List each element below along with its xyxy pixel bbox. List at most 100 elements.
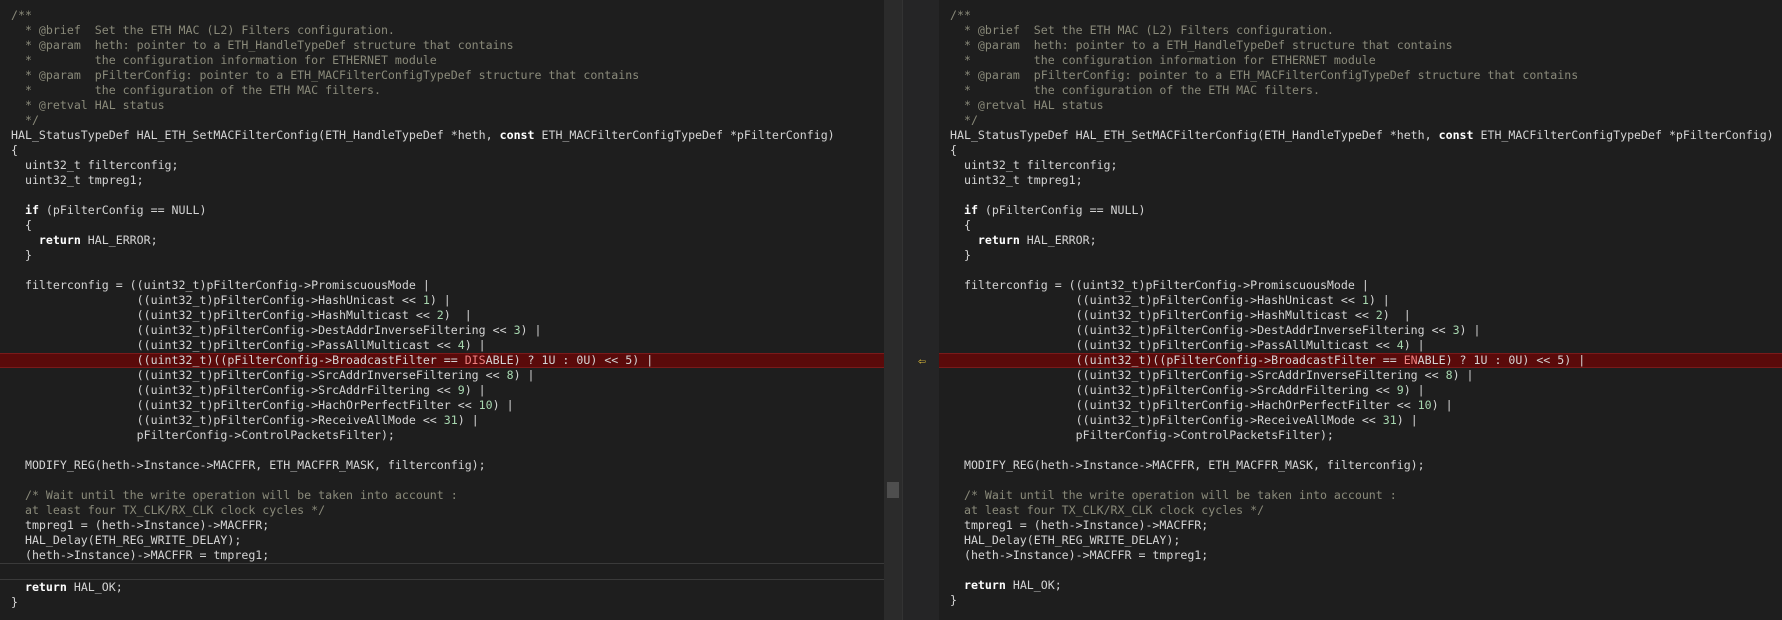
left-pane[interactable]: /** * @brief Set the ETH MAC (L2) Filter… [0, 0, 884, 620]
code-token: * @param pFilterConfig: pointer to a ETH… [11, 68, 640, 82]
code-line: HAL_StatusTypeDef HAL_ETH_SetMACFilterCo… [939, 128, 1782, 143]
changed-code-line: ((uint32_t)((pFilterConfig->BroadcastFil… [0, 353, 884, 368]
code-line: pFilterConfig->ControlPacketsFilter); [0, 428, 884, 443]
code-token: (pFilterConfig == NULL) [977, 203, 1146, 217]
changed-code-line: ((uint32_t)((pFilterConfig->BroadcastFil… [939, 353, 1782, 368]
code-token: filterconfig = ((uint32_t)pFilterConfig-… [950, 278, 1369, 292]
code-line: HAL_Delay(ETH_REG_WRITE_DELAY); [0, 533, 884, 548]
vertical-scrollbar[interactable] [884, 0, 902, 620]
code-token: * @param pFilterConfig: pointer to a ETH… [950, 68, 1579, 82]
code-line: */ [0, 113, 884, 128]
code-token: HAL_OK; [1005, 578, 1062, 592]
code-line: MODIFY_REG(heth->Instance->MACFFR, ETH_M… [0, 458, 884, 473]
code-token: HAL_ERROR; [1019, 233, 1097, 247]
diff-gutter: ⇦ [902, 0, 940, 620]
code-token: * the configuration of the ETH MAC filte… [950, 83, 1320, 97]
code-token: { [11, 218, 32, 232]
code-token: 10 [1417, 398, 1432, 412]
code-line: { [939, 143, 1782, 158]
code-token: return [963, 578, 1006, 592]
code-token: ((uint32_t)pFilterConfig->HachOrPerfectF… [950, 398, 1418, 412]
code-line: MODIFY_REG(heth->Instance->MACFFR, ETH_M… [939, 458, 1782, 473]
code-token: * @brief Set the ETH MAC (L2) Filters co… [11, 23, 395, 37]
code-token: ) | [1431, 398, 1453, 412]
code-line: (heth->Instance)->MACFFR = tmpreg1; [939, 548, 1782, 563]
code-token: ) | [457, 413, 479, 427]
code-line: filterconfig = ((uint32_t)pFilterConfig-… [0, 278, 884, 293]
code-token: 3 [1452, 323, 1460, 337]
code-token: 3 [513, 323, 521, 337]
code-token: 8 [1445, 368, 1453, 382]
code-line: ((uint32_t)pFilterConfig->HachOrPerfectF… [0, 398, 884, 413]
code-token: ) | [492, 398, 514, 412]
code-line: ((uint32_t)pFilterConfig->PassAllMultica… [0, 338, 884, 353]
code-token: ) | [464, 383, 486, 397]
code-token: at least four TX_CLK/RX_CLK clock cycles… [11, 503, 326, 517]
code-token: uint32_t tmpreg1; [950, 173, 1083, 187]
code-token: } [11, 248, 32, 262]
code-line: HAL_StatusTypeDef HAL_ETH_SetMACFilterCo… [0, 128, 884, 143]
code-line: * @brief Set the ETH MAC (L2) Filters co… [939, 23, 1782, 38]
code-token: */ [11, 113, 39, 127]
code-token: (heth->Instance)->MACFFR = tmpreg1; [950, 548, 1209, 562]
code-token: EN [1403, 353, 1418, 367]
code-line: if (pFilterConfig == NULL) [0, 203, 884, 218]
code-token: HAL_Delay(ETH_REG_WRITE_DELAY); [950, 533, 1181, 547]
arrow-left-icon[interactable]: ⇦ [915, 355, 929, 369]
code-line: */ [939, 113, 1782, 128]
code-token: filterconfig = ((uint32_t)pFilterConfig-… [11, 278, 430, 292]
code-token: ABLE) ? 1U : 0U) << 5) | [1417, 353, 1586, 367]
code-token: * the configuration information for ETHE… [950, 53, 1376, 67]
code-line: { [0, 143, 884, 158]
code-line: filterconfig = ((uint32_t)pFilterConfig-… [939, 278, 1782, 293]
code-token: /* Wait until the write operation will b… [950, 488, 1397, 502]
code-line: * @param pFilterConfig: pointer to a ETH… [0, 68, 884, 83]
code-token: ((uint32_t)pFilterConfig->ReceiveAllMode… [950, 413, 1383, 427]
code-token: /** [950, 8, 971, 22]
code-line: return HAL_ERROR; [939, 233, 1782, 248]
code-token: const [1438, 128, 1474, 142]
code-token: pFilterConfig->ControlPacketsFilter); [950, 428, 1334, 442]
code-line: ((uint32_t)pFilterConfig->ReceiveAllMode… [0, 413, 884, 428]
code-token: HAL_StatusTypeDef HAL_ETH_SetMACFilterCo… [11, 128, 500, 142]
right-pane[interactable]: /** * @brief Set the ETH MAC (L2) Filter… [939, 0, 1782, 620]
code-line: /* Wait until the write operation will b… [0, 488, 884, 503]
code-token: { [950, 143, 957, 157]
code-token: ((uint32_t)pFilterConfig->SrcAddrInverse… [950, 368, 1446, 382]
code-token: ) | [1382, 308, 1411, 322]
code-token: ((uint32_t)pFilterConfig->HashUnicast << [950, 293, 1362, 307]
code-token: at least four TX_CLK/RX_CLK clock cycles… [950, 503, 1265, 517]
code-line: uint32_t tmpreg1; [0, 173, 884, 188]
code-line: ((uint32_t)pFilterConfig->ReceiveAllMode… [939, 413, 1782, 428]
code-token: MODIFY_REG(heth->Instance->MACFFR, ETH_M… [11, 458, 486, 472]
code-token: return [977, 233, 1020, 247]
code-token: 31 [443, 413, 458, 427]
code-token: HAL_OK; [66, 580, 123, 594]
code-line: * the configuration of the ETH MAC filte… [939, 83, 1782, 98]
code-line: tmpreg1 = (heth->Instance)->MACFFR; [0, 518, 884, 533]
code-line: } [0, 595, 884, 610]
code-token: ) | [429, 293, 451, 307]
code-token: ) | [1452, 368, 1474, 382]
code-line: /* Wait until the write operation will b… [939, 488, 1782, 503]
code-line: * @param pFilterConfig: pointer to a ETH… [939, 68, 1782, 83]
diff-viewer: /** * @brief Set the ETH MAC (L2) Filter… [0, 0, 1782, 620]
code-token: ((uint32_t)pFilterConfig->ReceiveAllMode… [11, 413, 444, 427]
code-line: ((uint32_t)pFilterConfig->PassAllMultica… [939, 338, 1782, 353]
code-token: ) | [443, 308, 472, 322]
right-code: /** * @brief Set the ETH MAC (L2) Filter… [939, 8, 1782, 608]
code-token: ) | [1403, 338, 1425, 352]
scroll-thumb[interactable] [887, 482, 899, 498]
code-token: MODIFY_REG(heth->Instance->MACFFR, ETH_M… [950, 458, 1425, 472]
code-token: * @param heth: pointer to a ETH_HandleTy… [11, 38, 514, 52]
code-token: /** [11, 8, 32, 22]
code-token: (heth->Instance)->MACFFR = tmpreg1; [11, 548, 270, 562]
code-line: * @brief Set the ETH MAC (L2) Filters co… [0, 23, 884, 38]
